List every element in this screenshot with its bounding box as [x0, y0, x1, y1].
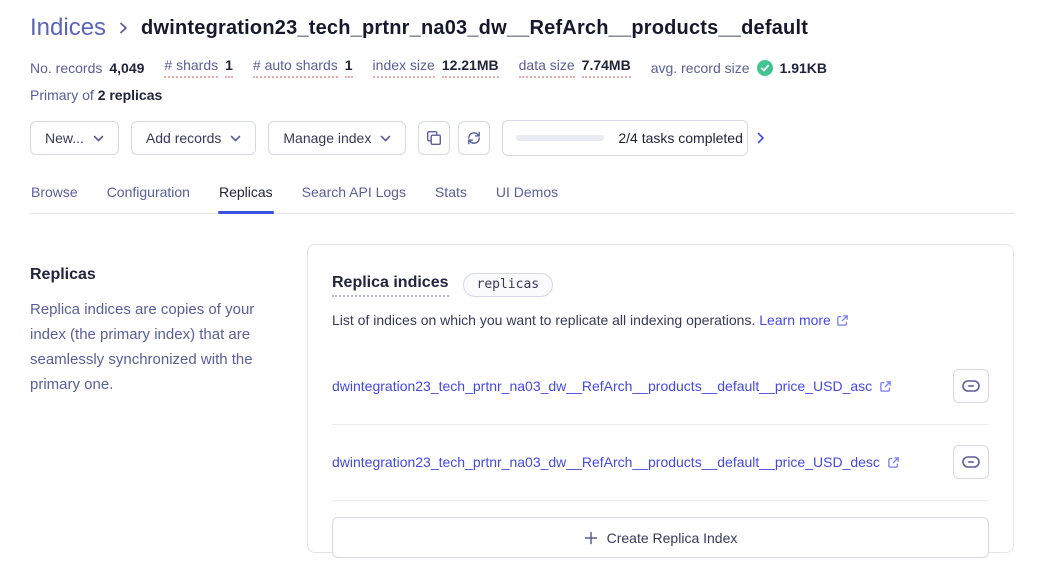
chevron-down-icon — [380, 135, 391, 142]
stat-avg-record-size: avg. record size 1.91KB — [650, 59, 827, 76]
indices-page: Indices dwintegration23_tech_prtnr_na03_… — [0, 0, 1039, 571]
new-dropdown-button[interactable]: New... — [30, 121, 119, 155]
tasks-progress-bar — [516, 135, 605, 141]
link-chain-icon — [962, 380, 980, 392]
copy-icon — [426, 130, 442, 146]
stat-index-size: index size 12.21MB — [372, 57, 499, 78]
stat-shards: # shards 1 — [164, 57, 233, 78]
tab-ui-demos[interactable]: UI Demos — [495, 178, 559, 213]
replica-list: dwintegration23_tech_prtnr_na03_dw__RefA… — [332, 349, 989, 501]
tasks-progress-widget[interactable]: 2/4 tasks completed — [502, 120, 764, 156]
check-circle-icon — [756, 59, 773, 76]
plus-icon — [584, 531, 598, 545]
replica-linked-button[interactable] — [953, 369, 989, 403]
replica-row: dwintegration23_tech_prtnr_na03_dw__RefA… — [332, 349, 989, 425]
breadcrumb: Indices dwintegration23_tech_prtnr_na03_… — [30, 14, 1014, 42]
tab-browse[interactable]: Browse — [30, 178, 79, 213]
refresh-icon — [466, 130, 482, 146]
replica-indices-card: Replica indices replicas List of indices… — [307, 244, 1014, 558]
replicas-code-badge: replicas — [462, 273, 554, 297]
card-title: Replica indices — [332, 274, 449, 297]
replica-linked-button[interactable] — [953, 445, 989, 479]
external-link-icon — [836, 314, 849, 327]
toolbar: New... Add records Manage index 2/4 task… — [30, 120, 1014, 156]
replicas-side-description: Replicas Replica indices are copies of y… — [30, 214, 277, 553]
chevron-down-icon — [93, 135, 104, 142]
replica-link-price-usd-desc[interactable]: dwintegration23_tech_prtnr_na03_dw__RefA… — [332, 454, 900, 470]
primary-of-replicas: Primary of 2 replicas — [30, 87, 163, 103]
external-link-icon — [887, 456, 900, 469]
copy-index-button[interactable] — [418, 121, 451, 155]
chevron-down-icon — [230, 135, 241, 142]
link-chain-icon — [962, 456, 980, 468]
replica-row: dwintegration23_tech_prtnr_na03_dw__RefA… — [332, 425, 989, 501]
replica-link-price-usd-asc[interactable]: dwintegration23_tech_prtnr_na03_dw__RefA… — [332, 378, 892, 394]
stat-no-records: No. records 4,049 — [30, 59, 145, 76]
manage-index-dropdown-button[interactable]: Manage index — [268, 121, 407, 155]
card-title-row: Replica indices replicas — [332, 273, 989, 297]
external-link-icon — [879, 380, 892, 393]
stat-auto-shards: # auto shards 1 — [252, 57, 353, 78]
tab-stats[interactable]: Stats — [434, 178, 468, 213]
learn-more-link[interactable]: Learn more — [759, 312, 849, 328]
card-description: List of indices on which you want to rep… — [332, 312, 989, 328]
page-title-index-name: dwintegration23_tech_prtnr_na03_dw__RefA… — [141, 16, 809, 39]
tab-search-api-logs[interactable]: Search API Logs — [301, 178, 407, 213]
index-tabs: Browse Configuration Replicas Search API… — [30, 178, 1014, 214]
stat-data-size: data size 7.74MB — [518, 57, 631, 78]
replicas-content: Replicas Replica indices are copies of y… — [30, 214, 1014, 558]
refresh-button[interactable] — [458, 121, 491, 155]
breadcrumb-indices-link[interactable]: Indices — [30, 14, 106, 42]
add-records-dropdown-button[interactable]: Add records — [130, 121, 257, 155]
tab-replicas[interactable]: Replicas — [217, 178, 274, 214]
side-description-text: Replica indices are copies of your index… — [30, 301, 255, 393]
index-stats: No. records 4,049 # shards 1 # auto shar… — [30, 57, 1014, 78]
create-replica-index-button[interactable]: Create Replica Index — [332, 517, 989, 558]
chevron-right-icon — [757, 132, 765, 144]
side-heading: Replicas — [30, 266, 96, 283]
breadcrumb-chevron-icon — [118, 20, 129, 36]
tab-configuration[interactable]: Configuration — [106, 178, 191, 213]
